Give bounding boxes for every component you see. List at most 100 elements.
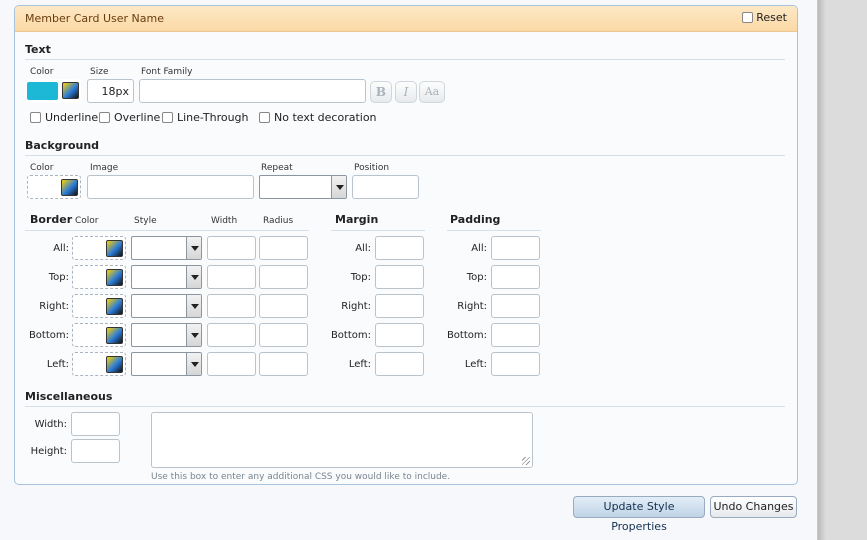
border-right-style-select[interactable]	[131, 294, 202, 318]
border-all-radius-input[interactable]	[259, 236, 308, 260]
border-top-color-picker-icon[interactable]	[106, 269, 123, 286]
border-bottom-radius-input[interactable]	[259, 323, 308, 347]
border-top-style-select[interactable]	[131, 265, 202, 289]
text-case-button[interactable]: Aa	[419, 81, 445, 103]
reset-checkbox[interactable]	[742, 12, 754, 23]
no-decoration-checkbox[interactable]	[259, 112, 270, 123]
background-repeat-select[interactable]	[259, 175, 347, 199]
margin-top-label: Top:	[350, 272, 371, 283]
chevron-down-icon[interactable]	[186, 353, 201, 375]
background-color-picker[interactable]	[27, 175, 81, 199]
overline-checkbox[interactable]	[99, 112, 110, 123]
border-all-style-select[interactable]	[131, 236, 202, 260]
border-top-width-input[interactable]	[207, 265, 256, 289]
divider	[25, 230, 309, 231]
line-through-checkbox[interactable]	[162, 112, 173, 123]
background-image-input[interactable]	[87, 175, 254, 199]
chevron-down-icon[interactable]	[186, 237, 201, 259]
border-bottom-label: Bottom:	[28, 330, 69, 341]
border-radius-label: Radius	[263, 216, 294, 226]
background-color-label: Color	[30, 163, 54, 173]
underline-checkbox[interactable]	[30, 112, 41, 123]
undo-changes-button[interactable]: Undo Changes	[710, 496, 797, 518]
text-color-picker-icon[interactable]	[62, 82, 79, 99]
no-decoration-option[interactable]: No text decoration	[259, 111, 377, 124]
background-position-label: Position	[354, 163, 390, 173]
chevron-down-icon[interactable]	[186, 295, 201, 317]
text-size-input[interactable]: 18px	[87, 79, 134, 103]
border-top-radius-input[interactable]	[259, 265, 308, 289]
border-top-label: Top:	[48, 272, 69, 283]
font-family-input[interactable]	[139, 79, 366, 103]
style-properties-dialog: Member Card User Name Reset Text Color S…	[0, 0, 818, 540]
text-color-label: Color	[30, 67, 54, 77]
border-left-style-select[interactable]	[131, 352, 202, 376]
reset-label: Reset	[756, 11, 787, 24]
overline-option[interactable]: Overline	[99, 111, 160, 124]
padding-left-input[interactable]	[491, 352, 540, 376]
background-color-picker-icon[interactable]	[61, 179, 78, 196]
padding-top-input[interactable]	[491, 265, 540, 289]
panel-header: Member Card User Name Reset	[15, 6, 797, 32]
bold-button[interactable]: B	[370, 81, 392, 103]
border-left-radius-input[interactable]	[259, 352, 308, 376]
font-family-label: Font Family	[141, 67, 193, 77]
divider	[25, 155, 785, 156]
italic-button[interactable]: I	[395, 81, 417, 103]
border-left-width-input[interactable]	[207, 352, 256, 376]
underline-option[interactable]: Underline	[30, 111, 98, 124]
chevron-down-icon[interactable]	[186, 324, 201, 346]
border-all-label: All:	[53, 243, 69, 254]
reset-control[interactable]: Reset	[742, 11, 787, 24]
background-section-title: Background	[25, 139, 100, 152]
border-bottom-style-select[interactable]	[131, 323, 202, 347]
margin-top-input[interactable]	[375, 265, 424, 289]
overline-label: Overline	[114, 111, 161, 124]
additional-css-hint: Use this box to enter any additional CSS…	[151, 472, 451, 482]
border-right-color-picker-icon[interactable]	[106, 298, 123, 315]
border-all-color-picker-icon[interactable]	[106, 240, 123, 257]
background-repeat-label: Repeat	[261, 163, 293, 173]
border-style-label: Style	[134, 216, 157, 226]
additional-css-textarea[interactable]	[151, 412, 533, 468]
chevron-down-icon[interactable]	[331, 176, 346, 198]
border-bottom-color-picker[interactable]	[72, 323, 126, 347]
misc-width-input[interactable]	[71, 412, 120, 436]
margin-left-input[interactable]	[375, 352, 424, 376]
resize-grip-icon[interactable]	[522, 457, 530, 465]
margin-bottom-label: Bottom:	[330, 330, 371, 341]
border-right-label: Right:	[39, 301, 69, 312]
panel-title: Member Card User Name	[25, 12, 164, 25]
border-bottom-color-picker-icon[interactable]	[106, 327, 123, 344]
border-color-label: Color	[75, 216, 99, 226]
border-top-color-picker[interactable]	[72, 265, 126, 289]
border-left-color-picker[interactable]	[72, 352, 126, 376]
border-left-color-picker-icon[interactable]	[106, 356, 123, 373]
update-style-button[interactable]: Update Style Properties	[573, 496, 705, 533]
border-all-width-input[interactable]	[207, 236, 256, 260]
border-right-radius-input[interactable]	[259, 294, 308, 318]
border-right-color-picker[interactable]	[72, 294, 126, 318]
divider	[25, 406, 785, 407]
misc-height-input[interactable]	[71, 439, 120, 463]
padding-bottom-input[interactable]	[491, 323, 540, 347]
chevron-down-icon[interactable]	[186, 266, 201, 288]
margin-all-input[interactable]	[375, 236, 424, 260]
border-bottom-width-input[interactable]	[207, 323, 256, 347]
background-position-input[interactable]	[352, 175, 419, 199]
border-right-width-input[interactable]	[207, 294, 256, 318]
background-page-right	[818, 0, 867, 540]
text-color-picker[interactable]	[27, 79, 81, 103]
padding-right-input[interactable]	[491, 294, 540, 318]
divider	[25, 59, 785, 60]
margin-bottom-input[interactable]	[375, 323, 424, 347]
margin-right-input[interactable]	[375, 294, 424, 318]
border-width-label: Width	[211, 216, 238, 226]
padding-all-input[interactable]	[491, 236, 540, 260]
border-left-label: Left:	[46, 359, 69, 370]
border-all-color-picker[interactable]	[72, 236, 126, 260]
padding-top-label: Top:	[466, 272, 487, 283]
margin-left-label: Left:	[348, 359, 371, 370]
text-size-label: Size	[90, 67, 109, 77]
line-through-option[interactable]: Line-Through	[162, 111, 249, 124]
